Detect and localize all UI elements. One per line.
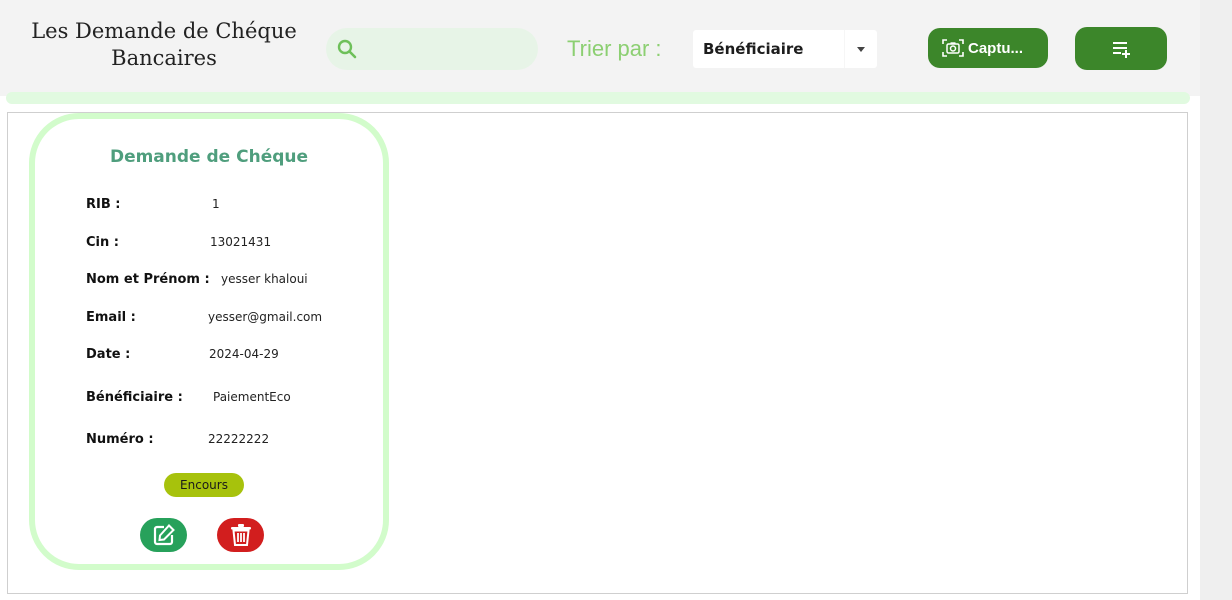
camera-icon: [942, 39, 964, 57]
sort-select[interactable]: Bénéficiaire: [693, 30, 877, 68]
edit-icon: [153, 524, 175, 546]
field-value-name: yesser khaloui: [221, 272, 308, 286]
sort-select-value: Bénéficiaire: [703, 40, 804, 58]
search-input[interactable]: [366, 34, 530, 66]
field-value-date: 2024-04-29: [209, 347, 279, 361]
field-value-numero: 22222222: [208, 432, 270, 446]
card-title: Demande de Chéque: [109, 147, 309, 167]
header-divider: [6, 92, 1190, 104]
field-label-date: Date :: [86, 347, 131, 362]
page-title: Les Demande de Chéque Bancaires: [31, 19, 297, 70]
chevron-down-icon: [857, 47, 865, 52]
add-request-button[interactable]: [1075, 27, 1167, 70]
page-edge: [1200, 0, 1232, 600]
sort-label: Trier par :: [567, 36, 662, 61]
field-label-name: Nom et Prénom :: [86, 272, 210, 287]
field-label-email: Email :: [86, 310, 136, 325]
field-label-numero: Numéro :: [86, 432, 154, 447]
field-label-beneficiaire: Bénéficiaire :: [86, 390, 183, 405]
delete-button[interactable]: [217, 518, 264, 552]
trash-icon: [231, 524, 251, 546]
search-icon: [337, 39, 357, 59]
search-box[interactable]: [326, 28, 538, 70]
field-label-cin: Cin :: [86, 235, 119, 250]
status-badge: Encours: [164, 473, 244, 497]
select-divider: [844, 30, 845, 68]
field-value-cin: 13021431: [210, 235, 272, 249]
field-value-email: yesser@gmail.com: [208, 310, 323, 324]
field-value-beneficiaire: PaiementEco: [213, 390, 291, 404]
capture-button-label: Captu...: [968, 39, 1023, 57]
field-label-rib: RIB :: [86, 197, 121, 212]
edit-button[interactable]: [140, 518, 187, 552]
capture-button[interactable]: Captu...: [928, 28, 1048, 68]
playlist-add-icon: [1113, 42, 1130, 58]
field-value-rib: 1: [212, 197, 220, 211]
cheque-request-card: Demande de Chéque RIB : 1 Cin : 13021431…: [29, 113, 389, 570]
